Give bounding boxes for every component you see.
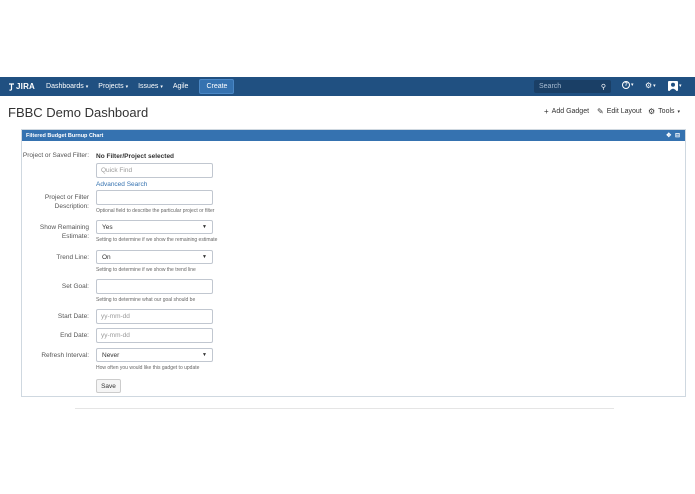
goal-help: Setting to determine what our goal shoul…	[96, 297, 196, 303]
refresh-interval-field: Never ▼ How often you would like this ga…	[96, 348, 213, 371]
divider	[75, 408, 614, 409]
add-gadget-label: Add Gadget	[551, 108, 590, 115]
chevron-down-icon: ▾	[85, 83, 89, 90]
tools-label: Tools	[658, 108, 675, 115]
gear-icon: ⚙	[645, 81, 653, 90]
page-title: FBBC Demo Dashboard	[8, 105, 149, 120]
trend-line-value: On	[102, 253, 111, 261]
jira-logo-text: JIRA	[16, 82, 36, 91]
chevron-down-icon: ▾	[125, 83, 129, 90]
nav-issues[interactable]: Issues ▾	[138, 83, 163, 90]
start-date-field: yy-mm-dd	[96, 309, 213, 324]
help-menu[interactable]: ? ▾	[622, 81, 634, 89]
jira-logo[interactable]: JIRA	[8, 82, 35, 91]
refresh-interval-select[interactable]: Never ▼	[96, 348, 213, 362]
avatar	[668, 81, 678, 91]
save-field: Save	[96, 379, 121, 393]
gadget-title: Filtered Budget Burnup Chart	[26, 132, 104, 139]
goal-field: Setting to determine what our goal shoul…	[96, 279, 213, 303]
end-date-label: End Date:	[60, 332, 89, 339]
start-date-input[interactable]: yy-mm-dd	[96, 309, 213, 324]
top-navigation-bar: JIRA Dashboards ▾ Projects ▾ Issues ▾ Ag…	[0, 77, 695, 96]
trend-line-label: Trend Line:	[56, 254, 89, 261]
remaining-estimate-label: Show Remaining Estimate:	[39, 224, 89, 240]
user-menu[interactable]: ▾	[668, 81, 682, 91]
tools-menu-button[interactable]: ⚙ Tools ▾	[648, 107, 680, 116]
chevron-down-icon: ▾	[679, 83, 682, 89]
add-gadget-button[interactable]: + Add Gadget	[544, 107, 589, 116]
search-placeholder: Search	[539, 83, 562, 90]
dropdown-arrow-icon: ▼	[202, 352, 207, 358]
remaining-estimate-value: Yes	[102, 223, 113, 231]
refresh-interval-label: Refresh Interval:	[41, 352, 89, 359]
end-date-input[interactable]: yy-mm-dd	[96, 328, 213, 343]
nav-projects-label: Projects	[98, 83, 124, 90]
nav-agile[interactable]: Agile	[173, 83, 189, 90]
create-button[interactable]: Create	[199, 79, 235, 94]
description-label: Project or Filter Description:	[44, 194, 89, 210]
advanced-search-link[interactable]: Advanced Search	[96, 181, 213, 188]
chevron-down-icon: ▾	[653, 82, 656, 89]
chevron-down-icon: ▾	[677, 108, 681, 115]
filter-label: Project or Saved Filter:	[22, 152, 89, 159]
jira-logo-icon	[9, 82, 14, 91]
nav-issues-label: Issues	[138, 83, 159, 90]
plus-icon: +	[544, 107, 549, 116]
dropdown-arrow-icon: ▼	[202, 254, 207, 260]
goal-label: Set Goal:	[61, 283, 89, 290]
trend-line-help: Setting to determine if we show the tren…	[96, 267, 196, 273]
trend-line-select[interactable]: On ▼	[96, 250, 213, 264]
gadget-header: Filtered Budget Burnup Chart ✥ ⊟	[22, 130, 685, 141]
search-input[interactable]: Search ⚲	[534, 80, 611, 93]
chevron-down-icon: ▾	[160, 83, 163, 90]
settings-menu[interactable]: ⚙ ▾	[645, 81, 656, 90]
dropdown-arrow-icon: ▼	[202, 224, 207, 230]
remaining-estimate-field: Yes ▼ Setting to determine if we show th…	[96, 220, 217, 243]
trend-line-field: On ▼ Setting to determine if we show the…	[96, 250, 213, 273]
budget-burnup-gadget: Filtered Budget Burnup Chart ✥ ⊟ Project…	[21, 129, 686, 397]
description-field: Optional field to describe the particula…	[96, 190, 214, 214]
nav-dashboards[interactable]: Dashboards ▾	[46, 83, 88, 90]
gear-icon: ⚙	[648, 107, 656, 116]
filter-field: No Filter/Project selected Quick Find Ad…	[96, 153, 213, 188]
remaining-estimate-help: Setting to determine if we show the rema…	[96, 237, 218, 243]
help-icon: ?	[622, 81, 630, 89]
description-help: Optional field to describe the particula…	[96, 208, 215, 214]
end-date-field: yy-mm-dd	[96, 328, 213, 343]
gadget-controls-icon[interactable]: ✥ ⊟	[666, 132, 681, 139]
goal-input[interactable]	[96, 279, 213, 294]
pencil-icon: ✎	[597, 107, 604, 116]
description-input[interactable]	[96, 190, 213, 205]
filter-value: No Filter/Project selected	[96, 153, 175, 160]
refresh-interval-value: Never	[102, 351, 120, 359]
search-icon: ⚲	[600, 83, 606, 91]
nav-dashboards-label: Dashboards	[46, 83, 84, 90]
edit-layout-label: Edit Layout	[606, 108, 642, 115]
refresh-interval-help: How often you would like this gadget to …	[96, 365, 200, 371]
quick-find-input[interactable]: Quick Find	[96, 163, 213, 178]
nav-agile-label: Agile	[172, 83, 189, 90]
edit-layout-button[interactable]: ✎ Edit Layout	[597, 107, 642, 116]
chevron-down-icon: ▾	[631, 82, 634, 88]
nav-projects[interactable]: Projects ▾	[98, 83, 128, 90]
save-button[interactable]: Save	[96, 379, 121, 393]
start-date-label: Start Date:	[57, 313, 89, 320]
remaining-estimate-select[interactable]: Yes ▼	[96, 220, 213, 234]
